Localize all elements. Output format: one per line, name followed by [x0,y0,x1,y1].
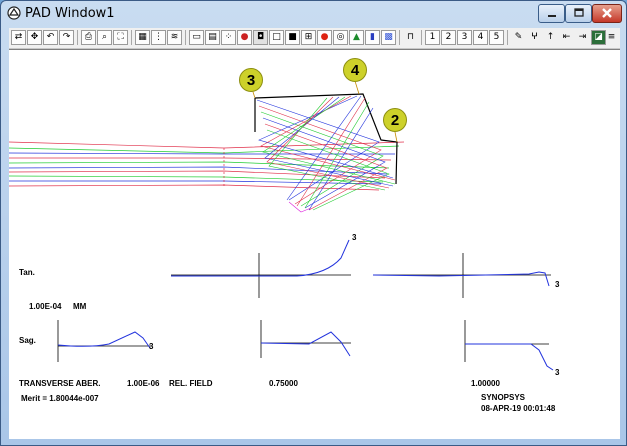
close-icon [602,8,612,18]
sag-label: Sag. [19,336,36,345]
menu-icon[interactable]: ≡ [605,30,618,45]
pad-window: PAD Window1 ⇄ ✥ ↶ ↷ ⎙ ⌕ ⛶ ▦ ⋮ ≋ ▭ ▤ ⁘ ● … [0,0,627,446]
toolbar-separator [77,30,78,45]
zoom-fit-icon[interactable]: ⛶ [113,30,128,45]
print-icon[interactable]: ⎙ [81,30,96,45]
number-button-1[interactable]: 1 [425,30,440,45]
red-dot-icon[interactable]: ● [237,30,252,45]
merit-value: Merit = 1.80044e-007 [21,394,99,403]
maximize-button[interactable] [565,4,592,23]
close-button[interactable] [592,4,622,23]
app-icon [7,6,21,20]
spot-icon[interactable]: ● [317,30,332,45]
number-button-3[interactable]: 3 [457,30,472,45]
field-value: 1.00000 [471,379,500,388]
toolbar-separator [185,30,186,45]
incoming-rays [9,141,405,191]
footer-precision: 1.00E-06 [127,379,160,388]
curve-tag: 3 [352,233,357,242]
company-name: SYNOPSYS [481,393,526,402]
frame-filled-icon[interactable]: ◘ [253,30,268,45]
up-arrow-icon[interactable]: ↑ [543,30,558,45]
rel-field-label: REL. FIELD [169,379,213,388]
undo-icon[interactable]: ↶ [43,30,58,45]
last-icon[interactable]: ⇥ [575,30,590,45]
aberration-curves [57,239,554,371]
maximize-icon [573,8,584,17]
footer-title: TRANSVERSE ABER. [19,379,101,388]
scale-icon[interactable]: ▤ [205,30,220,45]
toolbar-separator [131,30,132,45]
print-preview-icon[interactable]: ⌕ [97,30,112,45]
pad-canvas[interactable]: 3 4 2 Tan. Sag. 1.00E-04 MM 3 3 3 3 TRAN… [9,49,620,439]
minimize-button[interactable] [538,4,565,23]
minimize-icon [547,15,556,17]
callout-2: 2 [383,108,407,132]
bars-icon[interactable]: ▮ [365,30,380,45]
swap-icon[interactable]: ⇄ [11,30,26,45]
ring-icon[interactable]: ◎ [333,30,348,45]
label-icon[interactable]: ≋ [167,30,182,45]
curve-tag: 3 [555,368,560,377]
pencil-icon[interactable]: ✎ [511,30,526,45]
first-icon[interactable]: ⇤ [559,30,574,45]
ruler-icon[interactable]: ⊓ [403,30,418,45]
hatch-icon[interactable]: ▩ [381,30,396,45]
toolbar-separator [421,30,422,45]
mountain-icon[interactable]: ▲ [349,30,364,45]
number-button-5[interactable]: 5 [489,30,504,45]
window-title: PAD Window1 [25,6,115,21]
table-icon[interactable]: ▭ [189,30,204,45]
number-button-2[interactable]: 2 [441,30,456,45]
toolbar-separator [507,30,508,45]
toolbar: ⇄ ✥ ↶ ↷ ⎙ ⌕ ⛶ ▦ ⋮ ≋ ▭ ▤ ⁘ ● ◘ □ ■ ⊞ ● ◎ … [9,28,620,49]
curve-tag: 3 [555,280,560,289]
move-icon[interactable]: ✥ [27,30,42,45]
frame-empty-icon[interactable]: □ [269,30,284,45]
tan-label: Tan. [19,268,35,277]
scale-unit: MM [73,302,87,311]
callout-3: 3 [239,68,263,92]
toolbar-separator [399,30,400,45]
wizard-icon[interactable]: ⵖ [527,30,542,45]
field-value: 0.75000 [269,379,298,388]
image-icon[interactable]: ◪ [591,30,606,45]
title-bar[interactable]: PAD Window1 [1,1,626,27]
number-button-4[interactable]: 4 [473,30,488,45]
film-icon[interactable]: ▦ [135,30,150,45]
lens-drawing [9,80,554,371]
redo-icon[interactable]: ↷ [59,30,74,45]
scale-value: 1.00E-04 [29,302,62,311]
zoom-box-icon[interactable]: ⊞ [301,30,316,45]
square-icon[interactable]: ■ [285,30,300,45]
grid-icon[interactable]: ⋮ [151,30,166,45]
datetime: 08-APR-19 00:01:48 [481,404,556,413]
dots-icon[interactable]: ⁘ [221,30,236,45]
curve-tag: 3 [149,342,154,351]
callout-4: 4 [343,58,367,82]
